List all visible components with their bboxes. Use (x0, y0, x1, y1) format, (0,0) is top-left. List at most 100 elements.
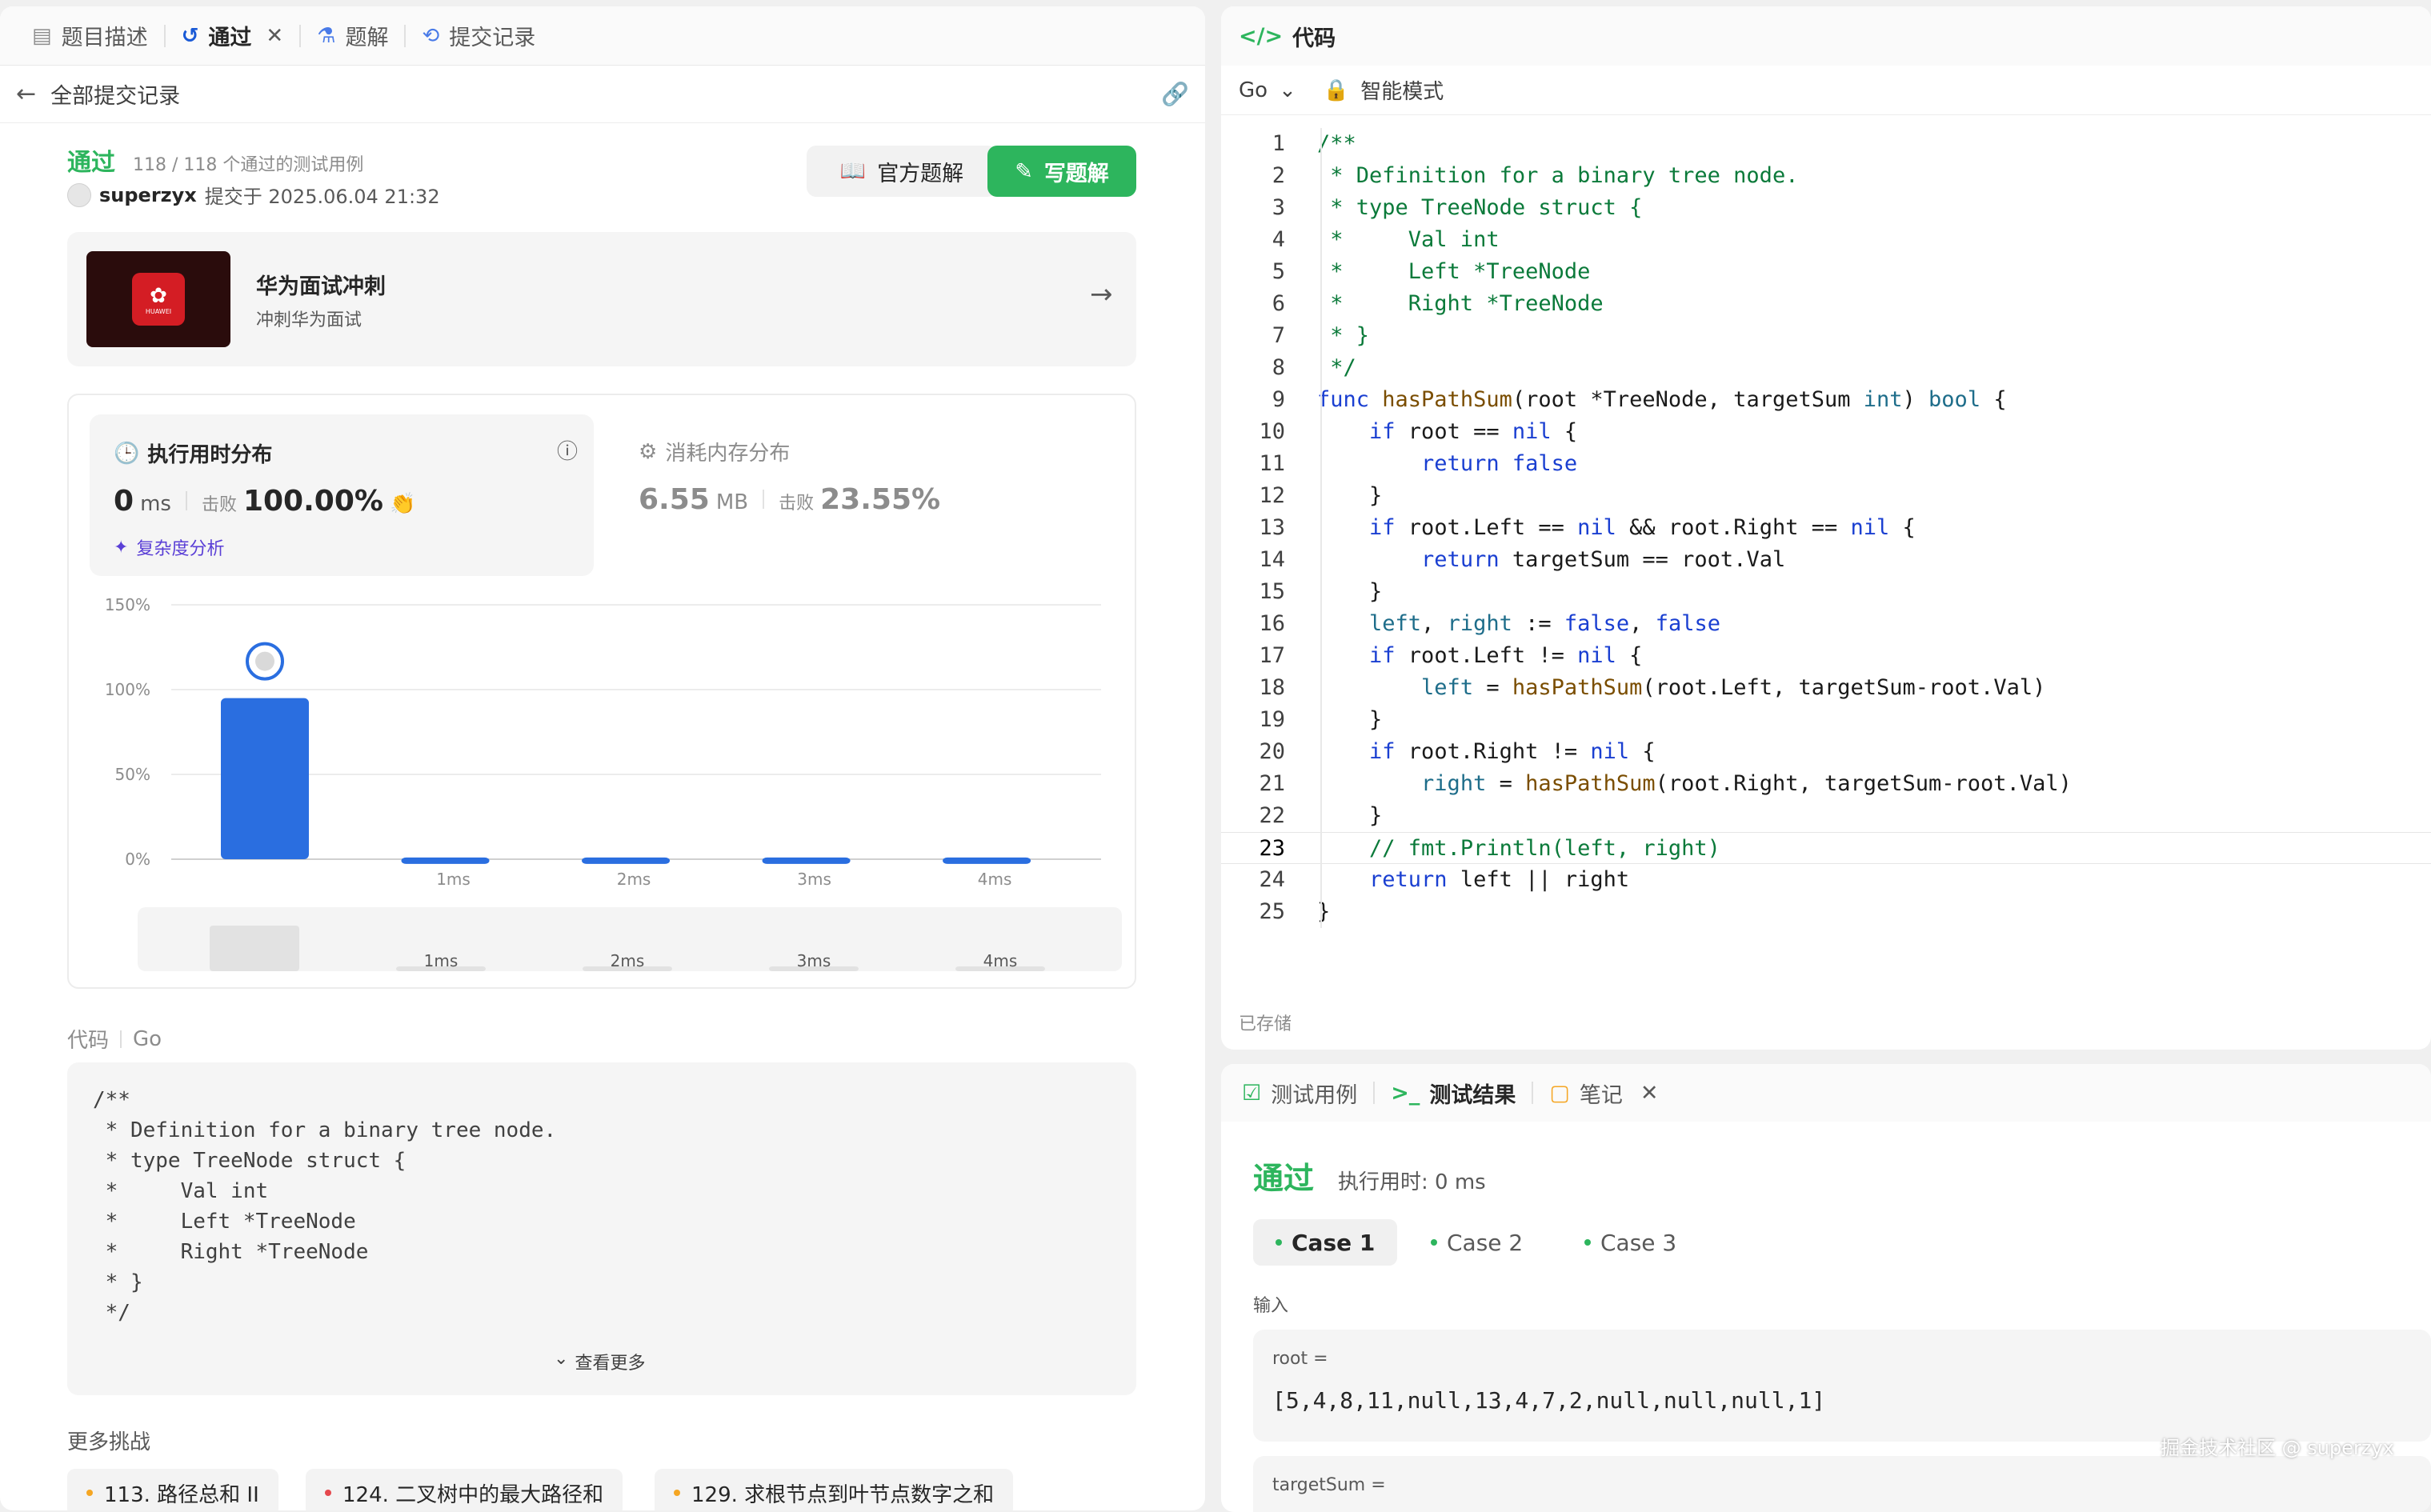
snippet-line: * type TreeNode struct { (93, 1149, 407, 1173)
chart-bar[interactable] (762, 857, 851, 864)
line-number: 14 (1259, 547, 1285, 572)
code-text: */ (1317, 355, 1356, 380)
arrow-right-icon[interactable]: → (1090, 278, 1113, 310)
chart-bar[interactable] (582, 857, 671, 864)
code-line[interactable]: 21 right = hasPathSum(root.Right, target… (1221, 768, 2431, 800)
code-line[interactable]: 11 return false (1221, 448, 2431, 480)
submit-time: 提交于 2025.06.04 21:32 (204, 186, 440, 208)
back-arrow-icon[interactable]: ← (16, 80, 36, 108)
line-number: 3 (1272, 195, 1285, 220)
test-runtime: 执行用时: 0 ms (1338, 1170, 1486, 1194)
code-text: right = hasPathSum(root.Right, targetSum… (1421, 771, 2072, 796)
code-line[interactable]: 5 * Left *TreeNode (1221, 256, 2431, 288)
avatar-icon (255, 651, 274, 671)
promo-card[interactable]: ✿ HUAWEI 华为面试冲刺 冲刺华为面试 → (67, 232, 1136, 366)
code-text: return targetSum == root.Val (1421, 547, 1786, 572)
promo-image: ✿ HUAWEI (86, 251, 230, 347)
challenge-chip[interactable]: 113. 路径总和 II (67, 1469, 278, 1510)
code-line[interactable]: 4 * Val int (1221, 224, 2431, 256)
case-2-tab[interactable]: Case 2 (1408, 1219, 1545, 1266)
code-text: return left || right (1369, 867, 1630, 892)
code-line[interactable]: 8 */ (1221, 352, 2431, 384)
line-number: 19 (1259, 707, 1285, 732)
code-line[interactable]: 6 * Right *TreeNode (1221, 288, 2431, 320)
code-text: } (1317, 899, 1331, 924)
line-number: 18 (1259, 675, 1285, 700)
code-line[interactable]: 7 * } (1221, 320, 2431, 352)
code-line[interactable]: 22 } (1221, 800, 2431, 832)
all-submissions-link[interactable]: 全部提交记录 (50, 78, 180, 110)
tab-solutions[interactable]: ⚗ 题解 (301, 6, 404, 66)
editor-panel: </> 代码 Go ⌄ 🔒 智能模式 1 /** 2 * Definition for… (1221, 6, 2431, 1050)
link-icon[interactable]: 🔗 (1161, 81, 1189, 107)
code-line[interactable]: 10 if root == nil { (1221, 416, 2431, 448)
write-solution-button[interactable]: ✎ 写题解 (987, 146, 1136, 197)
submission-subbar: ← 全部提交记录 🔗 (0, 66, 1205, 123)
avatar[interactable] (67, 182, 91, 207)
brush-tick-label: 1ms (424, 951, 459, 970)
code-text: func hasPathSum(root *TreeNode, targetSu… (1317, 387, 2007, 412)
code-text: if root.Left == nil && root.Right == nil… (1369, 515, 1916, 540)
tab-test-result[interactable]: >_ 测试结果 (1391, 1078, 1516, 1109)
chevron-down-icon[interactable]: ⌄ (1279, 78, 1296, 102)
code-text: left, right := false, false (1369, 611, 1720, 636)
tab-accepted[interactable]: ↺ 通过 ✕ (166, 6, 300, 66)
code-line[interactable]: 3 * type TreeNode struct { (1221, 192, 2431, 224)
stats-card: 🕒 执行用时分布 ⓘ 0 ms 击败 100.00% 👏 ✦ 复杂度分析 ⚙ 消耗内存… (67, 394, 1136, 989)
line-number: 15 (1259, 579, 1285, 604)
snippet-line: * Definition for a binary tree node. (93, 1118, 557, 1142)
chart-bar[interactable] (943, 857, 1031, 864)
code-editor[interactable]: 1 /** 2 * Definition for a binary tree nod… (1221, 128, 2431, 960)
code-line[interactable]: 15 } (1221, 576, 2431, 608)
chart-bar[interactable] (401, 857, 490, 864)
code-line[interactable]: 12 } (1221, 480, 2431, 512)
tab-notes[interactable]: ▢ 笔记 ✕ (1549, 1078, 1658, 1109)
line-number: 5 (1272, 259, 1285, 284)
code-text: * Right *TreeNode (1317, 291, 1604, 316)
close-icon[interactable]: ✕ (1640, 1081, 1659, 1106)
code-line[interactable]: 23 // fmt.Println(left, right) (1221, 832, 2431, 864)
test-result-header: 通过 执行用时: 0 ms (1253, 1154, 1486, 1198)
case-1-tab[interactable]: Case 1 (1253, 1219, 1398, 1266)
code-text: left = hasPathSum(root.Left, targetSum-r… (1421, 675, 2046, 700)
doc-icon: ▤ (32, 23, 52, 48)
code-line[interactable]: 18 left = hasPathSum(root.Left, targetSu… (1221, 672, 2431, 704)
language-select[interactable]: Go (1239, 78, 1268, 102)
code-line[interactable]: 17 if root.Left != nil { (1221, 640, 2431, 672)
brush-tick-label: 2ms (611, 951, 645, 970)
tab-submissions[interactable]: ⟲ 提交记录 (406, 6, 551, 66)
code-line[interactable]: 19 } (1221, 704, 2431, 736)
test-status: 通过 (1253, 1161, 1315, 1196)
username[interactable]: superzyx (99, 184, 197, 206)
test-tab-bar: ☑ 测试用例 >_ 测试结果 ▢ 笔记 ✕ (1221, 1064, 2431, 1122)
tab-description[interactable]: ▤ 题目描述 (16, 6, 164, 66)
book-icon: 📖 (839, 159, 867, 183)
code-line[interactable]: 1 /** (1221, 128, 2431, 160)
show-more-button[interactable]: ⌄ 查看更多 (554, 1349, 645, 1374)
code-line[interactable]: 14 return targetSum == root.Val (1221, 544, 2431, 576)
code-line[interactable]: 9 func hasPathSum(root *TreeNode, targetS… (1221, 384, 2431, 416)
line-number: 1 (1272, 131, 1285, 156)
code-line[interactable]: 16 left, right := false, false (1221, 608, 2431, 640)
chart-bar[interactable] (221, 698, 309, 859)
code-line[interactable]: 2 * Definition for a binary tree node. (1221, 160, 2431, 192)
challenge-chip[interactable]: 124. 二叉树中的最大路径和 (306, 1469, 623, 1510)
challenge-chip[interactable]: 129. 求根节点到叶节点数字之和 (655, 1469, 1014, 1510)
code-line[interactable]: 25} (1221, 896, 2431, 928)
brush-tick-label: 4ms (983, 951, 1018, 970)
target-input-box[interactable]: targetSum = (1253, 1456, 2431, 1512)
root-input-box[interactable]: root = [5,4,8,11,null,13,4,7,2,null,null… (1253, 1330, 2431, 1442)
promo-title: 华为面试冲刺 (256, 274, 386, 299)
y-tick-label: 150% (105, 595, 150, 614)
code-line[interactable]: 13 if root.Left == nil && root.Right == … (1221, 512, 2431, 544)
case-3-tab[interactable]: Case 3 (1562, 1219, 1699, 1266)
line-number: 24 (1259, 867, 1285, 892)
close-icon[interactable]: ✕ (266, 24, 283, 48)
code-line[interactable]: 24 return left || right (1221, 864, 2431, 896)
official-solution-button[interactable]: 📖 官方题解 (807, 146, 997, 197)
smart-mode-label[interactable]: 智能模式 (1360, 75, 1444, 105)
snippet-line: * Right *TreeNode (93, 1240, 369, 1264)
code-text: } (1317, 707, 1383, 732)
tab-testcase[interactable]: ☑ 测试用例 (1242, 1078, 1357, 1109)
code-line[interactable]: 20 if root.Right != nil { (1221, 736, 2431, 768)
